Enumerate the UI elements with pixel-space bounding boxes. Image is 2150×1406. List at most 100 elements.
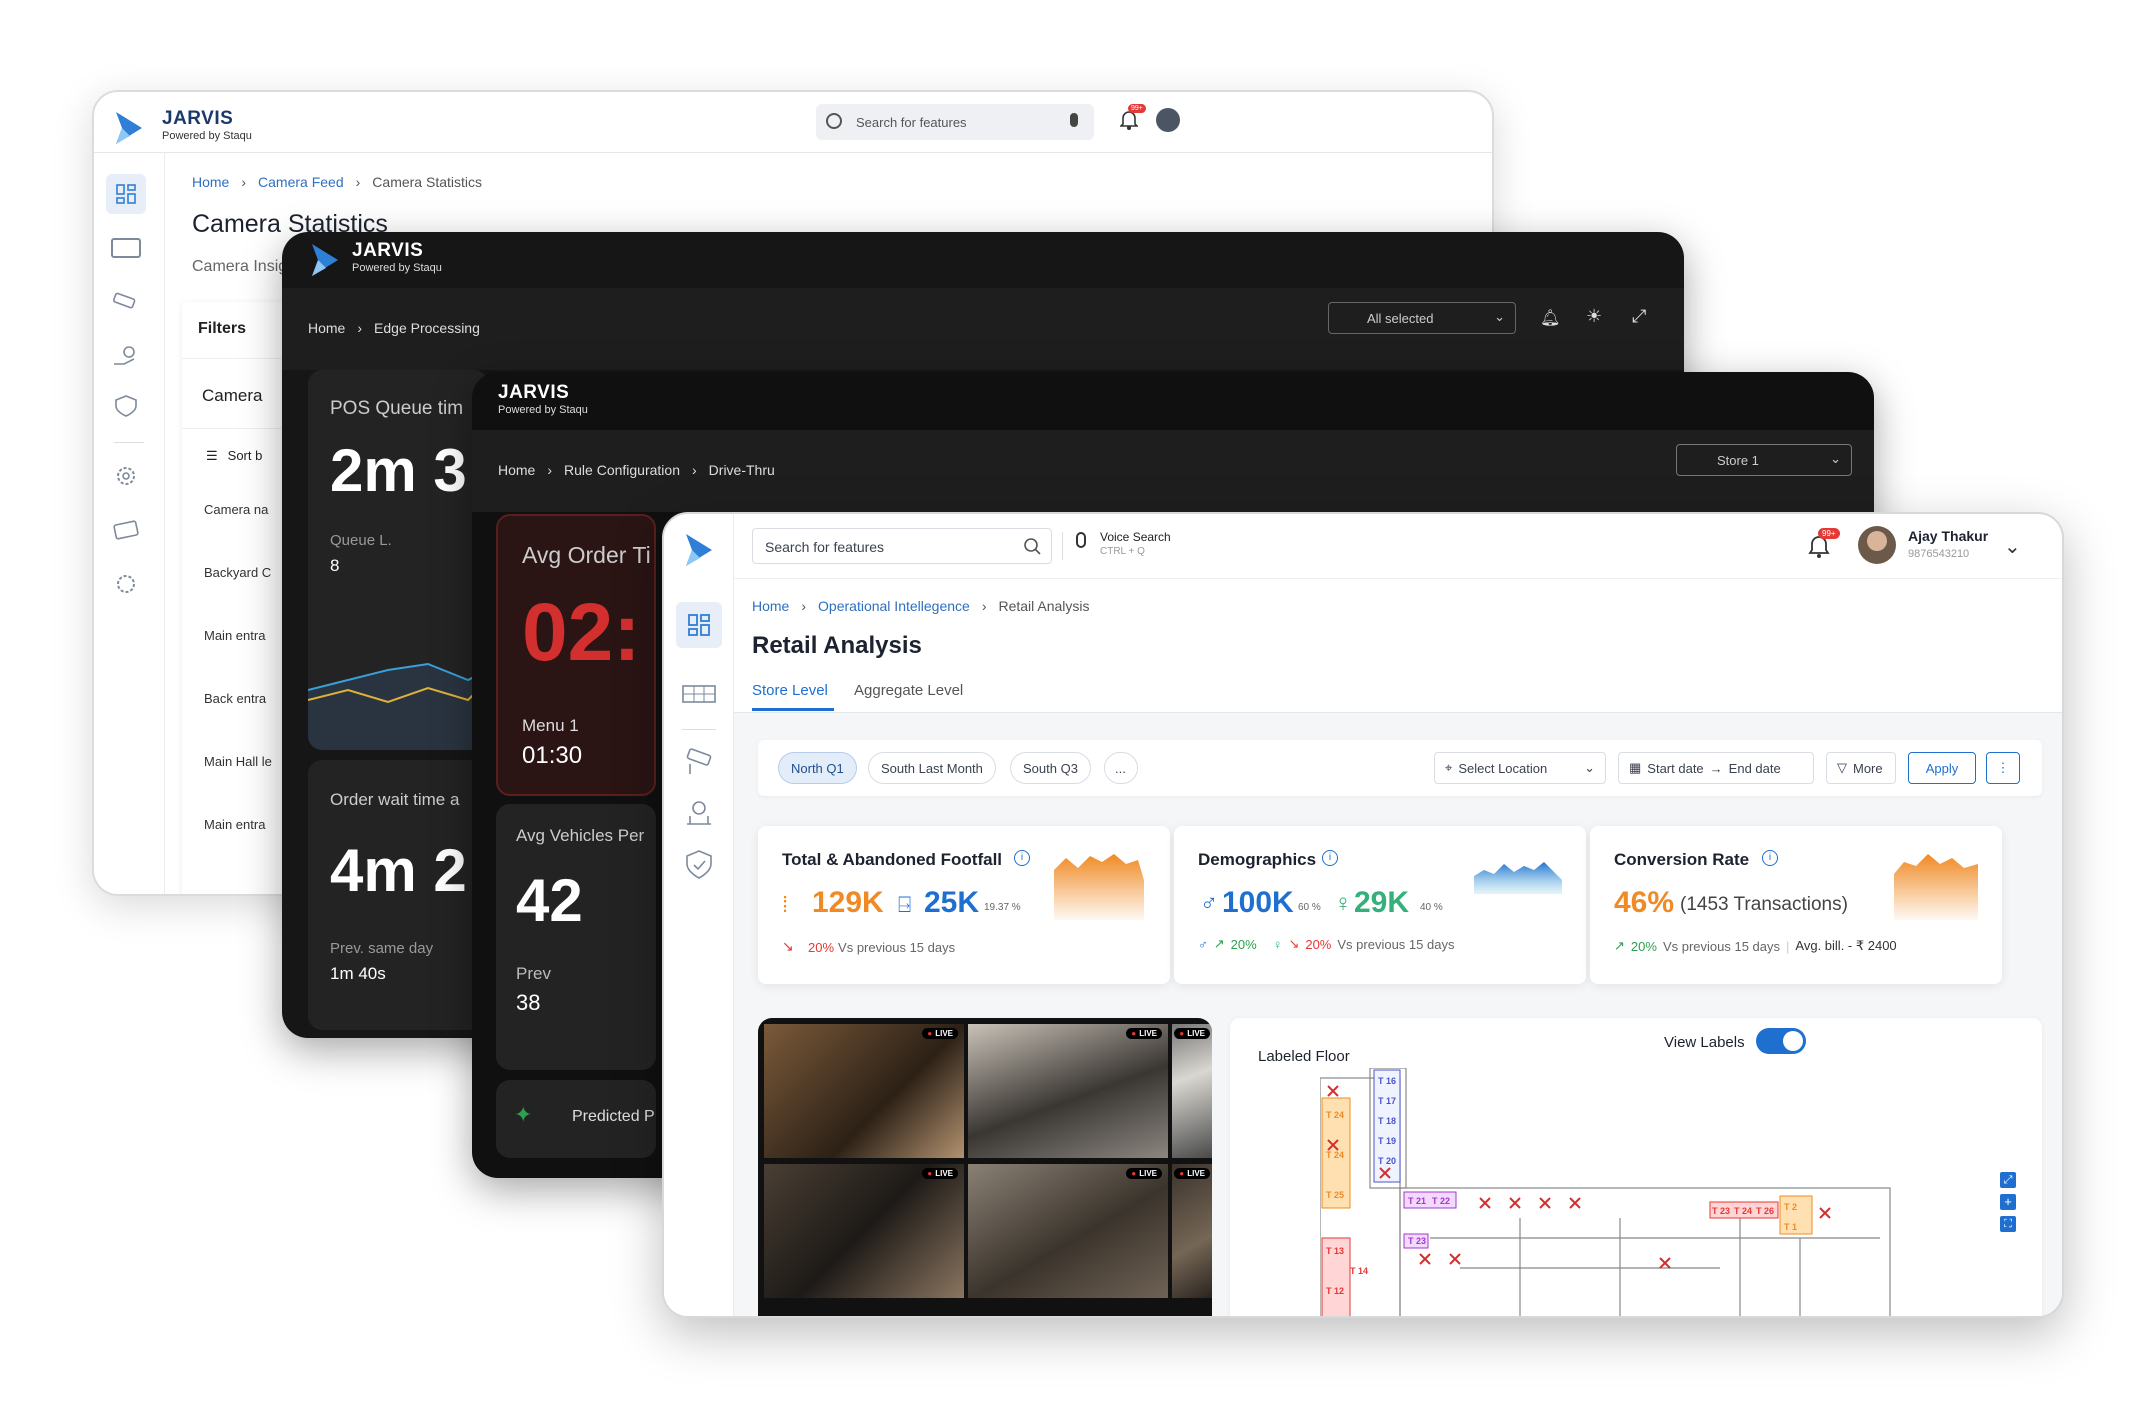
fit-screen-icon[interactable]: ⛶: [2000, 1216, 2016, 1232]
location-select[interactable]: ⌖ Select Location ⌄: [1434, 752, 1606, 784]
bell-icon[interactable]: 🔔︎: [1540, 308, 1560, 328]
more-presets-chip[interactable]: ...: [1104, 752, 1138, 784]
apply-button[interactable]: Apply: [1908, 752, 1976, 784]
divider: [94, 152, 1492, 153]
avatar[interactable]: [1858, 526, 1896, 564]
camera-feed[interactable]: LIVE: [764, 1164, 964, 1298]
cctv-icon[interactable]: [682, 746, 716, 776]
occupied-markers: [1327, 1085, 1831, 1269]
breadcrumb-camera-feed[interactable]: Camera Feed: [258, 174, 344, 190]
zoom-in-icon[interactable]: +: [2000, 1194, 2016, 1210]
divider: [734, 578, 2062, 579]
prev-label: Prev: [516, 964, 551, 983]
camera-feed[interactable]: LIVE: [968, 1024, 1168, 1158]
sort-button[interactable]: ☰ Sort b: [206, 448, 262, 464]
page-title: Retail Analysis: [752, 632, 922, 659]
list-item[interactable]: Back entra: [204, 691, 266, 706]
brand-name: JARVIS: [498, 382, 570, 403]
grid-icon[interactable]: [111, 238, 141, 258]
breadcrumb-home[interactable]: Home: [498, 462, 535, 478]
preset-chip[interactable]: South Last Month: [868, 752, 996, 784]
expand-icon[interactable]: ⤢: [2000, 1172, 2016, 1188]
page-subtitle: Camera Insig: [192, 258, 288, 275]
breadcrumb-current: Retail Analysis: [998, 598, 1090, 614]
camera-select-value: All selected: [1367, 311, 1434, 326]
female-value: 29K: [1354, 886, 1410, 919]
camera-feed[interactable]: LIVE: [968, 1164, 1168, 1298]
sidebar-item-dashboard[interactable]: [676, 602, 722, 648]
sidebar-separator: [682, 729, 716, 730]
sidebar-divider: [164, 152, 165, 894]
camera-feed[interactable]: LIVE: [1172, 1164, 1212, 1298]
list-item[interactable]: Main Hall le: [204, 754, 272, 769]
list-item[interactable]: Main entra: [204, 817, 265, 832]
arrow-right-icon: →: [1709, 760, 1723, 776]
footfall-change: 20% Vs previous 15 days: [808, 940, 955, 955]
list-item[interactable]: Backyard C: [204, 565, 271, 580]
video-wall-icon[interactable]: [682, 684, 716, 704]
avatar[interactable]: [1156, 108, 1180, 132]
table-label: T 19: [1378, 1136, 1396, 1146]
info-icon[interactable]: i: [1762, 850, 1778, 866]
queue-label: Queue L.: [330, 532, 392, 549]
list-item[interactable]: Camera na: [204, 502, 268, 517]
bell-icon[interactable]: 99+: [1119, 104, 1146, 130]
ticket-icon[interactable]: [111, 518, 141, 542]
change-text: Vs previous 15 days: [1337, 936, 1455, 952]
breadcrumb-home[interactable]: Home: [308, 320, 345, 336]
card-value: 2m 3: [330, 437, 467, 504]
info-icon[interactable]: i: [1014, 850, 1030, 866]
female-change: 20%: [1305, 936, 1332, 952]
breadcrumb-home[interactable]: Home: [192, 174, 229, 190]
date-range-picker[interactable]: ▦ Start date → End date: [1618, 752, 1814, 784]
brand-tagline: Powered by Staqu: [498, 404, 588, 416]
mic-icon[interactable]: [1070, 113, 1078, 127]
calendar-icon: ▦: [1629, 760, 1642, 775]
more-label: More: [1853, 760, 1883, 776]
card-title: Total & Abandoned Footfall: [782, 850, 1003, 869]
shield-icon[interactable]: [682, 848, 716, 882]
table-label: T 17: [1378, 1096, 1396, 1106]
shield-icon[interactable]: [111, 394, 141, 418]
breadcrumb-rule-config[interactable]: Rule Configuration: [564, 462, 680, 478]
camera-feed[interactable]: LIVE: [1172, 1024, 1212, 1158]
tab-store-level[interactable]: Store Level: [752, 682, 828, 699]
search-input[interactable]: Search for features: [752, 528, 1052, 564]
breadcrumb-operational-intelligence[interactable]: Operational Intellegence: [818, 598, 970, 614]
menu-value: 01:30: [522, 742, 583, 769]
table-label: T 25: [1326, 1190, 1344, 1200]
camera-select[interactable]: All selected ⌄: [1328, 302, 1516, 334]
change-text: Vs previous 15 days: [838, 940, 956, 955]
cctv-icon[interactable]: [111, 292, 141, 312]
breadcrumb-home[interactable]: Home: [752, 598, 789, 614]
more-filters-button[interactable]: ▽ More: [1826, 752, 1896, 784]
search-placeholder: Search for features: [765, 539, 885, 555]
voice-search-label[interactable]: Voice Search: [1100, 530, 1171, 544]
sort-icon: ☰: [206, 448, 218, 463]
hand-coin-icon[interactable]: [682, 798, 716, 828]
conversion-change: ↗ 20% Vs previous 15 days | Avg. bill. - ₹ 2…: [1614, 938, 1897, 954]
mic-icon[interactable]: [1076, 532, 1086, 548]
footsteps-icon: ⁞: [782, 892, 789, 917]
table-label: T 26: [1756, 1206, 1774, 1216]
kebab-menu-icon[interactable]: ⋮: [1986, 752, 2020, 784]
theme-icon[interactable]: ☀︎: [1586, 306, 1602, 327]
gear-icon[interactable]: [111, 464, 141, 488]
fullscreen-icon[interactable]: ⤢: [1632, 306, 1646, 327]
chevron-down-icon[interactable]: ⌄: [2004, 534, 2021, 559]
sidebar-item-dashboard[interactable]: [106, 174, 146, 214]
tab-aggregate-level[interactable]: Aggregate Level: [854, 682, 963, 699]
user-name: Ajay Thakur: [1908, 528, 1989, 544]
store-select[interactable]: Store 1 ⌄: [1676, 444, 1852, 476]
list-item[interactable]: Main entra: [204, 628, 265, 643]
settings-icon[interactable]: [111, 572, 141, 596]
info-icon[interactable]: i: [1322, 850, 1338, 866]
preset-chip[interactable]: North Q1: [778, 752, 857, 784]
view-labels-toggle[interactable]: [1756, 1028, 1806, 1054]
preset-chip[interactable]: South Q3: [1010, 752, 1091, 784]
camera-feed[interactable]: LIVE: [764, 1024, 964, 1158]
hand-coin-icon[interactable]: [111, 344, 141, 368]
search-bar[interactable]: Search for features: [816, 104, 1094, 140]
bell-icon[interactable]: 99+: [1808, 528, 1840, 560]
table-label: T 18: [1378, 1116, 1396, 1126]
